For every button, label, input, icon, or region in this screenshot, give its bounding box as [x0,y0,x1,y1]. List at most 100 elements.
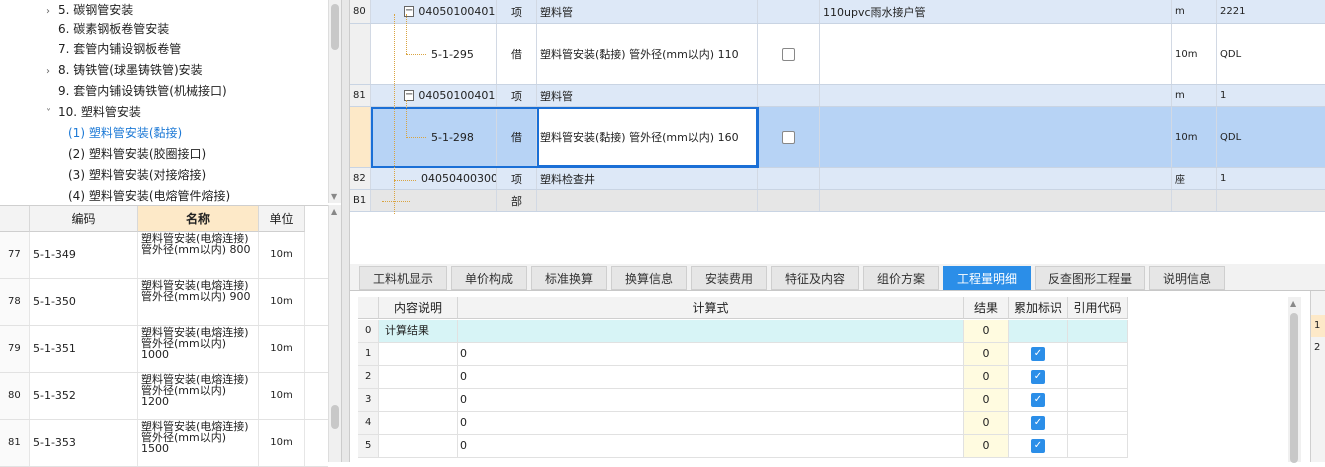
row-code-cell[interactable]: 5-1-295 [371,24,497,84]
tab-install-fee[interactable]: 安装费用 [691,266,767,290]
row-name[interactable] [537,190,758,211]
tab-quantity-detail[interactable]: 工程量明细 [943,266,1031,290]
tree-item-9[interactable]: 9. 套管内铺设铸铁管(机械接口) [58,81,227,102]
table-row[interactable]: 2 0 0 ✓ [358,366,1128,389]
collapse-arrow-icon[interactable]: ˅ [46,103,58,124]
tab-conversion-info[interactable]: 换算信息 [611,266,687,290]
detail-header-expr[interactable]: 计算式 [458,297,964,319]
table-row[interactable]: 4 0 0 ✓ [358,412,1128,435]
row-name[interactable]: 塑料管安装(黏接) 管外径(mm以内) 110 [537,24,758,84]
tree-item-6[interactable]: 6. 碳素钢板卷管安装 [58,19,169,40]
row-feature[interactable] [820,24,1172,84]
table-row[interactable]: 3 0 0 ✓ [358,389,1128,412]
row-unit[interactable] [1172,190,1217,211]
table-row[interactable]: 82 040504003001 项 塑料检查井 座 1 [350,168,1325,190]
row-qty[interactable]: 1 [1217,85,1325,106]
row-feature[interactable] [820,190,1172,211]
tree-item-5[interactable]: › 5. 碳钢管安装 [46,0,133,21]
tab-pricing-plan[interactable]: 组价方案 [863,266,939,290]
row-feature[interactable] [820,107,1172,167]
tab-unit-price[interactable]: 单价构成 [451,266,527,290]
row-desc[interactable] [379,389,458,411]
row-desc[interactable] [379,366,458,388]
row-qty[interactable] [1217,190,1325,211]
tab-features[interactable]: 特征及内容 [771,266,859,290]
tree-item-10-3[interactable]: (3) 塑料管安装(对接熔接) [68,165,206,186]
lib-header-unit[interactable]: 单位 [259,206,305,232]
checkbox-checked-icon[interactable]: ✓ [1031,439,1045,453]
tree-item-10[interactable]: ˅ 10. 塑料管安装 [46,102,141,123]
row-qty[interactable]: QDL [1217,24,1325,84]
row-expr[interactable]: 0 [458,389,964,411]
row-feature[interactable]: 110upvc雨水接户管 [820,0,1172,23]
scroll-down-icon[interactable]: ▼ [331,192,337,201]
expand-arrow-icon[interactable]: › [46,61,58,82]
scroll-up-icon[interactable]: ▲ [1290,299,1296,308]
row-expr[interactable]: 0 [458,435,964,457]
checkbox-checked-icon[interactable]: ✓ [1031,370,1045,384]
row-name[interactable]: 塑料管安装(黏接) 管外径(mm以内) 160 [537,107,758,167]
row-qty[interactable]: QDL [1217,107,1325,167]
row-ref[interactable] [1068,389,1128,411]
tree-item-8[interactable]: › 8. 铸铁管(球墨铸铁管)安装 [46,60,203,81]
row-code-cell[interactable]: 5-1-298 [371,107,497,167]
row-code-cell[interactable]: 040504003001 [371,168,497,189]
checkbox[interactable] [782,130,795,144]
table-row-total[interactable]: 0 计算结果 0 [358,320,1128,343]
table-row[interactable]: 81 −040501004011 项 塑料管 m 1 [350,85,1325,107]
row-feature[interactable] [820,85,1172,106]
row-accumulate[interactable]: ✓ [1009,343,1068,365]
row-ref[interactable] [1068,366,1128,388]
scroll-thumb[interactable] [331,405,339,429]
detail-header-accumulate[interactable]: 累加标识 [1009,297,1068,319]
table-row[interactable]: B1 部 [350,190,1325,212]
detail-scrollbar[interactable]: ▲ [1288,297,1301,463]
row-unit[interactable]: 10m [1172,24,1217,84]
row-desc[interactable] [379,343,458,365]
detail-header-result[interactable]: 结果 [964,297,1009,319]
row-qty[interactable]: 2221 [1217,0,1325,23]
lib-header-code[interactable]: 编码 [30,206,138,232]
row-unit[interactable]: m [1172,0,1217,23]
row-accumulate[interactable]: ✓ [1009,412,1068,434]
table-row[interactable]: 5 0 0 ✓ [358,435,1128,458]
right-pane-row[interactable]: 1 [1311,315,1325,337]
scroll-thumb[interactable] [331,4,339,50]
tab-labor-material-machine[interactable]: 工料机显示 [359,266,447,290]
row-name[interactable]: 塑料管 [537,85,758,106]
row-accumulate[interactable]: ✓ [1009,389,1068,411]
row-name[interactable]: 塑料检查井 [537,168,758,189]
row-desc[interactable]: 计算结果 [379,320,458,342]
checkbox-checked-icon[interactable]: ✓ [1031,393,1045,407]
detail-header-desc[interactable]: 内容说明 [379,297,458,319]
row-ref[interactable] [1068,435,1128,457]
row-desc[interactable] [379,435,458,457]
tree-item-7[interactable]: 7. 套管内铺设钢板卷管 [58,39,181,60]
row-feature[interactable] [820,168,1172,189]
table-row[interactable]: 80 −040501004010 项 塑料管 110upvc雨水接户管 m 22… [350,0,1325,24]
library-scrollbar[interactable]: ▲ [328,205,341,462]
row-ref[interactable] [1068,320,1128,342]
pane-splitter[interactable] [341,0,350,462]
checkbox[interactable] [782,47,795,61]
tree-item-10-4[interactable]: (4) 塑料管安装(电熔管件熔接) [68,186,230,203]
table-row[interactable]: 81 5-1-353 塑料管安装(电熔连接) 管外径(mm以内) 1500 10… [0,420,328,467]
tab-standard-conversion[interactable]: 标准换算 [531,266,607,290]
row-expr[interactable]: 0 [458,412,964,434]
tree-item-10-1[interactable]: (1) 塑料管安装(黏接) [68,123,182,144]
table-row[interactable]: 80 5-1-352 塑料管安装(电熔连接) 管外径(mm以内) 1200 10… [0,373,328,420]
right-pane-row[interactable]: 2 [1311,337,1325,359]
row-unit[interactable]: 座 [1172,168,1217,189]
tab-reverse-graphic-qty[interactable]: 反查图形工程量 [1035,266,1145,290]
tree-scrollbar[interactable]: ▼ [328,0,341,203]
row-ref[interactable] [1068,412,1128,434]
row-qty[interactable]: 1 [1217,168,1325,189]
detail-header-ref[interactable]: 引用代码 [1068,297,1128,319]
scroll-thumb[interactable] [1290,313,1298,463]
table-row[interactable]: 79 5-1-351 塑料管安装(电熔连接) 管外径(mm以内) 1000 10… [0,326,328,373]
table-row[interactable]: 77 5-1-349 塑料管安装(电熔连接) 管外径(mm以内) 800 10m [0,232,328,279]
row-name[interactable]: 塑料管 [537,0,758,23]
row-code-cell[interactable]: −040501004011 [371,85,497,106]
row-desc[interactable] [379,412,458,434]
row-accumulate[interactable]: ✓ [1009,435,1068,457]
